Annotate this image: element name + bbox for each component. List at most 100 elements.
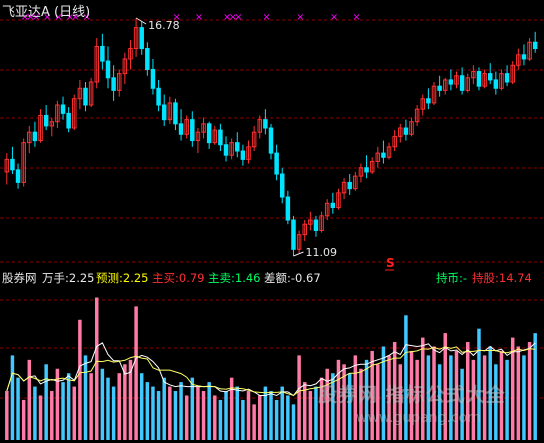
candle-body	[111, 77, 116, 91]
volume-bar	[291, 404, 296, 440]
volume-bar	[139, 373, 144, 440]
candle-body	[161, 104, 167, 121]
volume-bar	[106, 377, 110, 440]
volume-bar	[10, 355, 15, 440]
sell-signal-mark: S	[386, 256, 395, 270]
watermark-line2: www.gupang.com	[356, 410, 481, 426]
volume-bar	[179, 382, 183, 440]
candle-body	[521, 54, 527, 60]
volume-bar	[280, 386, 284, 440]
volume-bar	[162, 377, 166, 440]
volume-bar	[522, 355, 526, 440]
volume-bar	[201, 391, 206, 440]
candle-body	[279, 173, 285, 198]
candle-body	[223, 144, 229, 156]
signal-mark: ×	[352, 12, 360, 23]
indicator-hold-stock: 持股:14.74	[472, 271, 532, 285]
volume-bar	[44, 364, 48, 440]
low-pointer	[293, 251, 304, 257]
candle-body	[330, 202, 336, 208]
volume-bar	[151, 386, 155, 440]
candle-body	[10, 158, 15, 171]
volume-bar	[168, 386, 172, 440]
volume-bar	[61, 382, 65, 440]
volume-bar	[527, 342, 532, 440]
volume-bar	[274, 399, 279, 440]
candle-body	[100, 45, 105, 62]
candle-body	[190, 119, 195, 142]
volume-bar	[156, 391, 161, 440]
volume-bar	[134, 306, 138, 440]
volume-bar	[297, 355, 301, 440]
volume-bar	[5, 391, 9, 440]
candle-body	[15, 169, 21, 183]
signal-mark: ×	[195, 12, 203, 23]
volume-bar	[173, 391, 178, 440]
volume-bar	[241, 399, 245, 440]
candle-body	[291, 219, 296, 250]
candle-body	[487, 73, 493, 81]
volume-bar	[16, 377, 20, 440]
watermark-line1: 股券网 指标公式大全	[318, 384, 506, 406]
candle-body	[476, 71, 482, 87]
volume-bar	[21, 399, 26, 440]
volume-bar	[252, 404, 256, 440]
volume-bar	[33, 386, 37, 440]
candle-body	[43, 114, 49, 127]
volume-bar	[27, 359, 32, 440]
candle-body	[437, 85, 442, 91]
indicator-sell: 主卖:1.46	[208, 271, 261, 285]
volume-bar	[196, 386, 200, 440]
signal-mark: ×	[330, 12, 338, 23]
candle-body	[459, 75, 465, 91]
candle-body	[532, 41, 538, 50]
indicator-row: 股券网 万手:2.25 预测:2.25 主买:0.79 主卖:1.46 差额:-…	[0, 270, 544, 286]
volume-bar	[229, 377, 234, 440]
stock-chart-window: 16.78 11.09 S × × × × × × × × × × × × × × × × × 飞亚达A (日线) 股…	[0, 0, 544, 443]
candle-body	[364, 167, 369, 173]
candle-body	[403, 127, 409, 135]
volume-bar	[263, 386, 268, 440]
volume-bar	[123, 364, 127, 440]
candle-body	[206, 123, 212, 144]
candle-body	[240, 150, 246, 160]
candle-body	[139, 27, 144, 50]
volume-bar	[50, 391, 54, 440]
candle-body	[263, 119, 268, 129]
indicator-name: 股券网	[2, 271, 37, 285]
volume-bar	[308, 391, 313, 440]
candle-body	[145, 48, 150, 70]
candle-body	[60, 104, 66, 114]
signal-mark: ×	[172, 12, 180, 23]
candle-body	[381, 152, 386, 158]
low-label: 11.09	[305, 246, 337, 259]
candle-body	[32, 131, 38, 142]
volume-bar	[83, 355, 88, 440]
indicator-hold-cash: 持币:-	[436, 271, 468, 285]
candle-body	[493, 79, 499, 89]
volume-bar	[95, 297, 99, 440]
indicator-buy: 主买:0.79	[152, 271, 205, 285]
candle-body	[268, 127, 274, 154]
volume-bar	[286, 395, 290, 440]
volume-bar	[100, 368, 105, 440]
candle-body	[218, 129, 223, 146]
signal-mark: ×	[296, 12, 304, 23]
candle-body	[504, 73, 510, 83]
volume-bar	[66, 373, 71, 440]
volume-bar	[258, 395, 262, 440]
candle-body	[150, 68, 156, 89]
candle-body	[173, 102, 178, 125]
candle-body	[66, 112, 71, 129]
volume-bar	[516, 346, 521, 440]
candle-body	[156, 87, 161, 106]
volume-bar	[246, 391, 251, 440]
candle-body	[274, 152, 279, 175]
volume-bar	[269, 391, 273, 440]
volume-bar	[38, 395, 43, 440]
volume-bar	[72, 386, 77, 440]
indicator-wanshou: 万手:2.25	[42, 271, 95, 285]
candle-body	[178, 123, 184, 135]
price-chart: 16.7811.09S××× × × ×× × × × ××× × × × ×	[0, 12, 544, 440]
volume-bar	[207, 382, 211, 440]
